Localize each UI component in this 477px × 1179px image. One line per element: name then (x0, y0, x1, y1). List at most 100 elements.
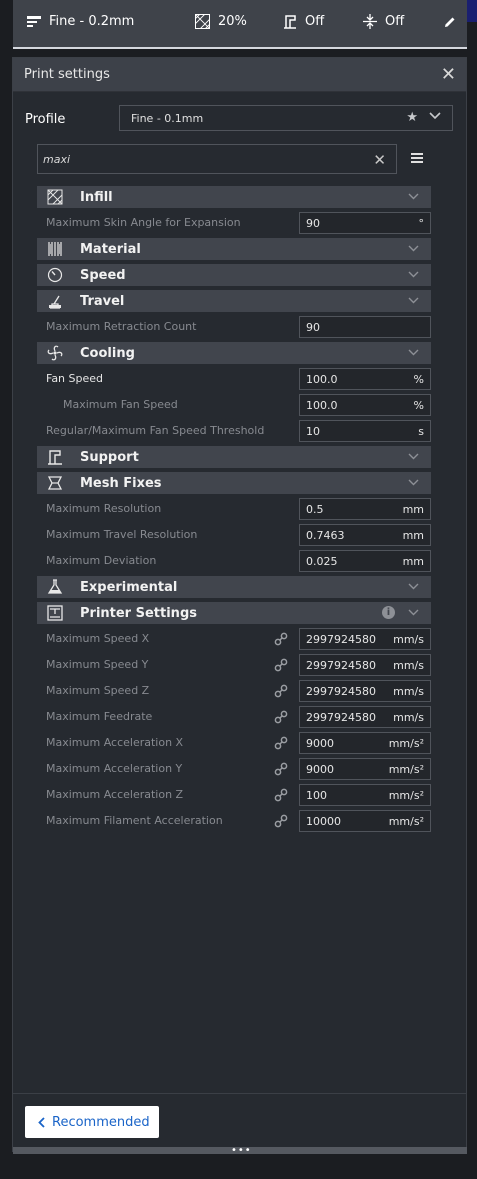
setting-label: Maximum Retraction Count (46, 320, 197, 333)
category-material[interactable]: Material (37, 238, 431, 260)
cooling-icon (47, 345, 63, 361)
setting-row: Maximum Skin Angle for Expansion 90 ° (37, 212, 431, 234)
setting-value: 10 (306, 425, 320, 438)
link-icon[interactable] (274, 632, 288, 646)
setting-row: Maximum Resolution 0.5 mm (37, 498, 431, 520)
category-travel[interactable]: Travel (37, 290, 431, 312)
setting-row: Maximum Travel Resolution 0.7463 mm (37, 524, 431, 546)
setting-value: 2997924580 (306, 659, 376, 672)
info-icon[interactable]: i (382, 606, 395, 619)
category-speed[interactable]: Speed (37, 264, 431, 286)
category-cooling[interactable]: Cooling (37, 342, 431, 364)
setting-unit: mm/s² (388, 763, 424, 776)
settings-menu-icon[interactable] (411, 152, 423, 164)
pencil-icon (445, 17, 455, 27)
recommended-button[interactable]: Recommended (25, 1106, 159, 1138)
link-icon[interactable] (274, 658, 288, 672)
chevron-down-icon (408, 271, 419, 278)
setting-value-field[interactable]: 2997924580 mm/s (299, 654, 431, 676)
profile-dropdown-value: Fine - 0.1mm (131, 111, 204, 125)
setting-row: Maximum Speed Z 2997924580 mm/s (37, 680, 431, 702)
clear-search-icon[interactable]: ✕ (373, 151, 386, 169)
setting-value: 90 (306, 321, 320, 334)
setting-unit: mm (402, 555, 424, 568)
setting-label: Maximum Acceleration X (46, 736, 184, 749)
setting-unit: % (413, 373, 424, 386)
setting-value: 2997924580 (306, 711, 376, 724)
setting-value-field[interactable]: 0.025 mm (299, 550, 431, 572)
chevron-down-icon (408, 479, 419, 486)
setting-row: Maximum Acceleration Z 100 mm/s² (37, 784, 431, 806)
settings-list: Infill Maximum Skin Angle for Expansion 90… (37, 186, 431, 836)
setting-value-field[interactable]: 10 s (299, 420, 431, 442)
setting-row: Fan Speed 100.0% (37, 368, 431, 390)
setting-value-field[interactable]: 0.7463 mm (299, 524, 431, 546)
profile-row: Profile Fine - 0.1mm ★ (13, 105, 466, 135)
link-icon[interactable] (274, 684, 288, 698)
category-mesh-fixes[interactable]: Mesh Fixes (37, 472, 431, 494)
setting-label: Fan Speed (46, 372, 104, 385)
setting-value-field[interactable]: 2997924580 mm/s (299, 706, 431, 728)
chevron-down-icon (408, 453, 419, 460)
category-label: Speed (80, 268, 126, 283)
setting-value: 0.7463 (306, 529, 345, 542)
setting-label: Maximum Skin Angle for Expansion (46, 216, 241, 229)
link-icon[interactable] (274, 814, 288, 828)
profile-summary[interactable]: Fine - 0.2mm (27, 14, 134, 29)
edit-button[interactable] (444, 16, 456, 28)
speed-icon (47, 267, 63, 283)
category-support[interactable]: Support (37, 446, 431, 468)
setting-unit: mm/s (393, 633, 424, 646)
category-label: Support (80, 450, 139, 465)
category-label: Printer Settings (80, 606, 197, 621)
setting-value-field[interactable]: 2997924580 mm/s (299, 628, 431, 650)
setting-value-field[interactable]: 90 ° (299, 212, 431, 234)
category-label: Infill (80, 190, 113, 205)
link-icon[interactable] (274, 762, 288, 776)
setting-value: 0.5 (306, 503, 324, 516)
setting-value: 100.0 (306, 373, 338, 386)
drag-dots-icon[interactable]: ••• (231, 1146, 252, 1156)
setting-value: 10000 (306, 815, 341, 828)
link-icon[interactable] (274, 736, 288, 750)
support-summary[interactable]: Off (283, 14, 324, 29)
setting-value-field[interactable]: 100.0% (299, 368, 431, 390)
category-infill[interactable]: Infill (37, 186, 431, 208)
setting-unit: mm/s (393, 659, 424, 672)
layer-height-icon (27, 15, 41, 27)
setting-value-field[interactable]: 9000 mm/s² (299, 758, 431, 780)
setting-value-field[interactable]: 2997924580 mm/s (299, 680, 431, 702)
setting-label: Maximum Speed Z (46, 684, 150, 697)
chevron-down-icon (408, 193, 419, 200)
search-text: maxi (43, 152, 71, 166)
star-icon[interactable]: ★ (406, 110, 418, 125)
setting-label: Maximum Resolution (46, 502, 162, 515)
print-setup-bar[interactable]: Fine - 0.2mm 20% Off Off (13, 0, 467, 49)
settings-search-input[interactable]: maxi ✕ (37, 144, 397, 174)
setting-value-field[interactable]: 90 (299, 316, 431, 338)
setting-value-field[interactable]: 100.0% (299, 394, 431, 416)
close-icon[interactable]: ✕ (441, 65, 456, 84)
support-icon (48, 450, 62, 465)
setting-row: Regular/Maximum Fan Speed Threshold 10 s (37, 420, 431, 442)
link-icon[interactable] (274, 788, 288, 802)
setting-label: Maximum Speed X (46, 632, 150, 645)
infill-summary[interactable]: 20% (195, 14, 247, 29)
link-icon[interactable] (274, 710, 288, 724)
setting-row: Maximum Speed X 2997924580 mm/s (37, 628, 431, 650)
category-label: Material (80, 242, 141, 257)
profile-dropdown[interactable]: Fine - 0.1mm ★ (119, 105, 453, 131)
profile-summary-label: Fine - 0.2mm (49, 14, 135, 29)
setting-value-field[interactable]: 0.5 mm (299, 498, 431, 520)
setting-unit: mm/s² (388, 815, 424, 828)
category-printer-settings[interactable]: Printer Settings i (37, 602, 431, 624)
setting-value: 0.025 (306, 555, 338, 568)
setting-unit: mm/s (393, 685, 424, 698)
adhesion-summary[interactable]: Off (363, 14, 404, 29)
setting-value-field[interactable]: 100 mm/s² (299, 784, 431, 806)
setting-value: 9000 (306, 763, 334, 776)
setting-value-field[interactable]: 9000 mm/s² (299, 732, 431, 754)
category-experimental[interactable]: Experimental (37, 576, 431, 598)
setting-value-field[interactable]: 10000 mm/s² (299, 810, 431, 832)
recommended-label: Recommended (52, 1114, 150, 1130)
